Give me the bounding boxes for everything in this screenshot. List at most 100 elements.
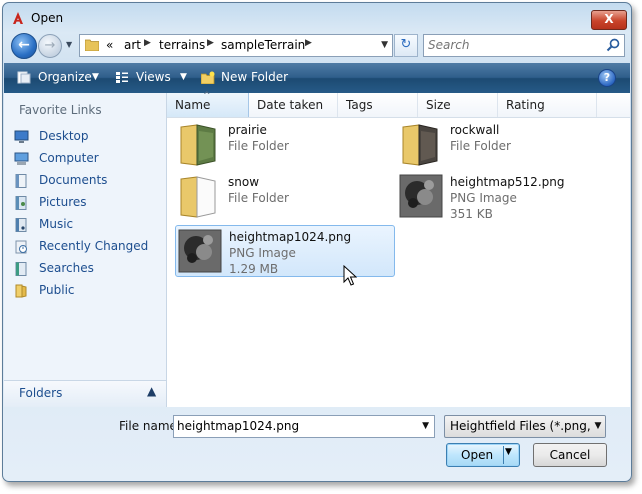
file-name: prairie xyxy=(228,123,267,137)
file-name: heightmap1024.png xyxy=(229,230,352,244)
file-name-input[interactable] xyxy=(177,419,411,433)
chevron-down-icon[interactable]: ▼ xyxy=(422,421,429,431)
organize-dropdown-icon[interactable]: ▼ xyxy=(92,72,99,82)
file-type-value: Heightfield Files (*.png, *.bmp xyxy=(450,419,605,433)
file-name-combobox[interactable]: ▼ xyxy=(173,415,435,438)
file-item-heightmap512[interactable]: heightmap512.png PNG Image 351 KB xyxy=(397,171,615,221)
mouse-cursor-icon xyxy=(343,265,357,286)
close-button[interactable]: X xyxy=(591,10,627,30)
column-header-tags[interactable]: Tags xyxy=(338,93,418,117)
file-type: File Folder xyxy=(450,139,511,153)
column-header-size[interactable]: Size xyxy=(418,93,498,117)
favorite-links-header: Favorite Links xyxy=(19,103,102,117)
folders-toggle[interactable]: Folders ▲ xyxy=(4,380,166,407)
sidebar-item-label: Music xyxy=(39,217,74,231)
address-bar[interactable]: « art ▶ terrains ▶ sampleTerrain ▶ ▼ xyxy=(79,34,393,57)
breadcrumb-terrains[interactable]: terrains xyxy=(159,38,205,52)
help-button[interactable]: ? xyxy=(598,69,616,87)
new-folder-icon xyxy=(201,71,215,84)
recently-changed-icon xyxy=(15,240,27,254)
chevron-right-icon[interactable]: ▶ xyxy=(144,38,151,48)
sort-ascending-icon: ^ xyxy=(203,91,211,101)
breadcrumb-overflow[interactable]: « xyxy=(106,38,113,52)
app-logo-icon xyxy=(13,12,23,24)
search-box[interactable] xyxy=(423,34,625,57)
cancel-button-label: Cancel xyxy=(549,448,591,462)
open-options-dropdown-icon[interactable]: ▼ xyxy=(505,447,512,457)
file-name: rockwall xyxy=(450,123,500,137)
open-button[interactable]: Open ▼ xyxy=(446,443,520,467)
open-dialog: Open X ← → ▼ « art ▶ terrains ▶ sampleTe… xyxy=(2,2,632,482)
sidebar-item-label: Searches xyxy=(39,261,94,275)
breadcrumb-sampleterrain[interactable]: sampleTerrain xyxy=(221,38,305,52)
searches-icon xyxy=(15,262,27,276)
file-item-snow[interactable]: snow File Folder xyxy=(175,171,393,221)
file-type: PNG Image xyxy=(450,191,517,205)
file-type: File Folder xyxy=(228,191,289,205)
file-type-select[interactable]: Heightfield Files (*.png, *.bmp ▼ xyxy=(444,415,606,438)
sidebar-item-label: Computer xyxy=(39,151,99,165)
back-button[interactable]: ← xyxy=(11,33,37,59)
file-size: 351 KB xyxy=(450,207,493,221)
file-name: heightmap512.png xyxy=(450,175,565,189)
sidebar-item-label: Pictures xyxy=(39,195,87,209)
open-button-label: Open xyxy=(461,448,494,462)
pictures-icon xyxy=(15,196,27,210)
folder-icon xyxy=(85,39,99,51)
sidebar-item-public[interactable]: Public xyxy=(14,281,164,301)
file-item-prairie[interactable]: prairie File Folder xyxy=(175,119,393,169)
sidebar-item-recently-changed[interactable]: Recently Changed xyxy=(14,237,164,257)
sidebar-item-label: Recently Changed xyxy=(39,239,149,253)
folders-label: Folders xyxy=(19,386,63,400)
new-folder-button[interactable]: New Folder xyxy=(221,70,288,84)
chevron-down-icon[interactable]: ▼ xyxy=(591,416,605,437)
image-thumbnail-icon xyxy=(178,229,222,273)
sidebar-item-computer[interactable]: Computer xyxy=(14,149,164,169)
sidebar-item-label: Documents xyxy=(39,173,108,187)
sidebar-item-pictures[interactable]: Pictures xyxy=(14,193,164,213)
organize-button[interactable]: Organize xyxy=(38,70,92,84)
views-button[interactable]: Views xyxy=(136,70,171,84)
column-header-rating[interactable]: Rating xyxy=(498,93,597,117)
file-item-heightmap1024[interactable]: heightmap1024.png PNG Image 1.29 MB xyxy=(175,225,395,277)
file-type: File Folder xyxy=(228,139,289,153)
folder-icon xyxy=(402,124,438,166)
navigation-pane: Favorite Links Desktop Computer Document… xyxy=(4,93,167,407)
sidebar-item-music[interactable]: Music xyxy=(14,215,164,235)
music-icon xyxy=(15,218,27,232)
column-header-name[interactable]: Name ^ xyxy=(167,91,249,117)
chevron-up-icon[interactable]: ▲ xyxy=(147,384,156,398)
views-icon xyxy=(116,72,128,83)
forward-button[interactable]: → xyxy=(38,34,62,58)
desktop-icon xyxy=(14,130,29,143)
cancel-button[interactable]: Cancel xyxy=(533,443,607,467)
sidebar-item-documents[interactable]: Documents xyxy=(14,171,164,191)
file-name-label: File name: xyxy=(119,419,181,433)
search-input[interactable] xyxy=(428,38,598,52)
sidebar-item-label: Public xyxy=(39,283,75,297)
command-bar: Organize ▼ Views ▼ New Folder ? xyxy=(4,63,630,93)
image-thumbnail-icon xyxy=(399,174,443,218)
chevron-right-icon[interactable]: ▶ xyxy=(305,38,312,48)
file-size: 1.29 MB xyxy=(229,262,279,276)
folder-icon xyxy=(180,124,216,166)
file-type: PNG Image xyxy=(229,246,296,260)
chevron-right-icon[interactable]: ▶ xyxy=(207,38,214,48)
sidebar-item-desktop[interactable]: Desktop xyxy=(14,127,164,147)
file-list: Name ^ Date taken Tags Size Rating prair… xyxy=(167,91,630,407)
organize-icon xyxy=(17,71,31,84)
search-icon[interactable] xyxy=(606,38,620,52)
recent-pages-chevron-icon[interactable]: ▼ xyxy=(66,40,76,50)
views-dropdown-icon[interactable]: ▼ xyxy=(180,72,187,82)
column-header-row: Name ^ Date taken Tags Size Rating xyxy=(167,91,630,118)
address-dropdown-icon[interactable]: ▼ xyxy=(381,40,388,50)
file-item-rockwall[interactable]: rockwall File Folder xyxy=(397,119,615,169)
column-header-date-taken[interactable]: Date taken xyxy=(249,93,338,117)
split-divider xyxy=(503,446,504,464)
public-folder-icon xyxy=(15,284,27,298)
breadcrumb-art[interactable]: art xyxy=(124,38,141,52)
sidebar-item-searches[interactable]: Searches xyxy=(14,259,164,279)
documents-icon xyxy=(15,174,27,188)
computer-icon xyxy=(14,152,29,165)
refresh-button[interactable]: ↻ xyxy=(394,34,418,57)
